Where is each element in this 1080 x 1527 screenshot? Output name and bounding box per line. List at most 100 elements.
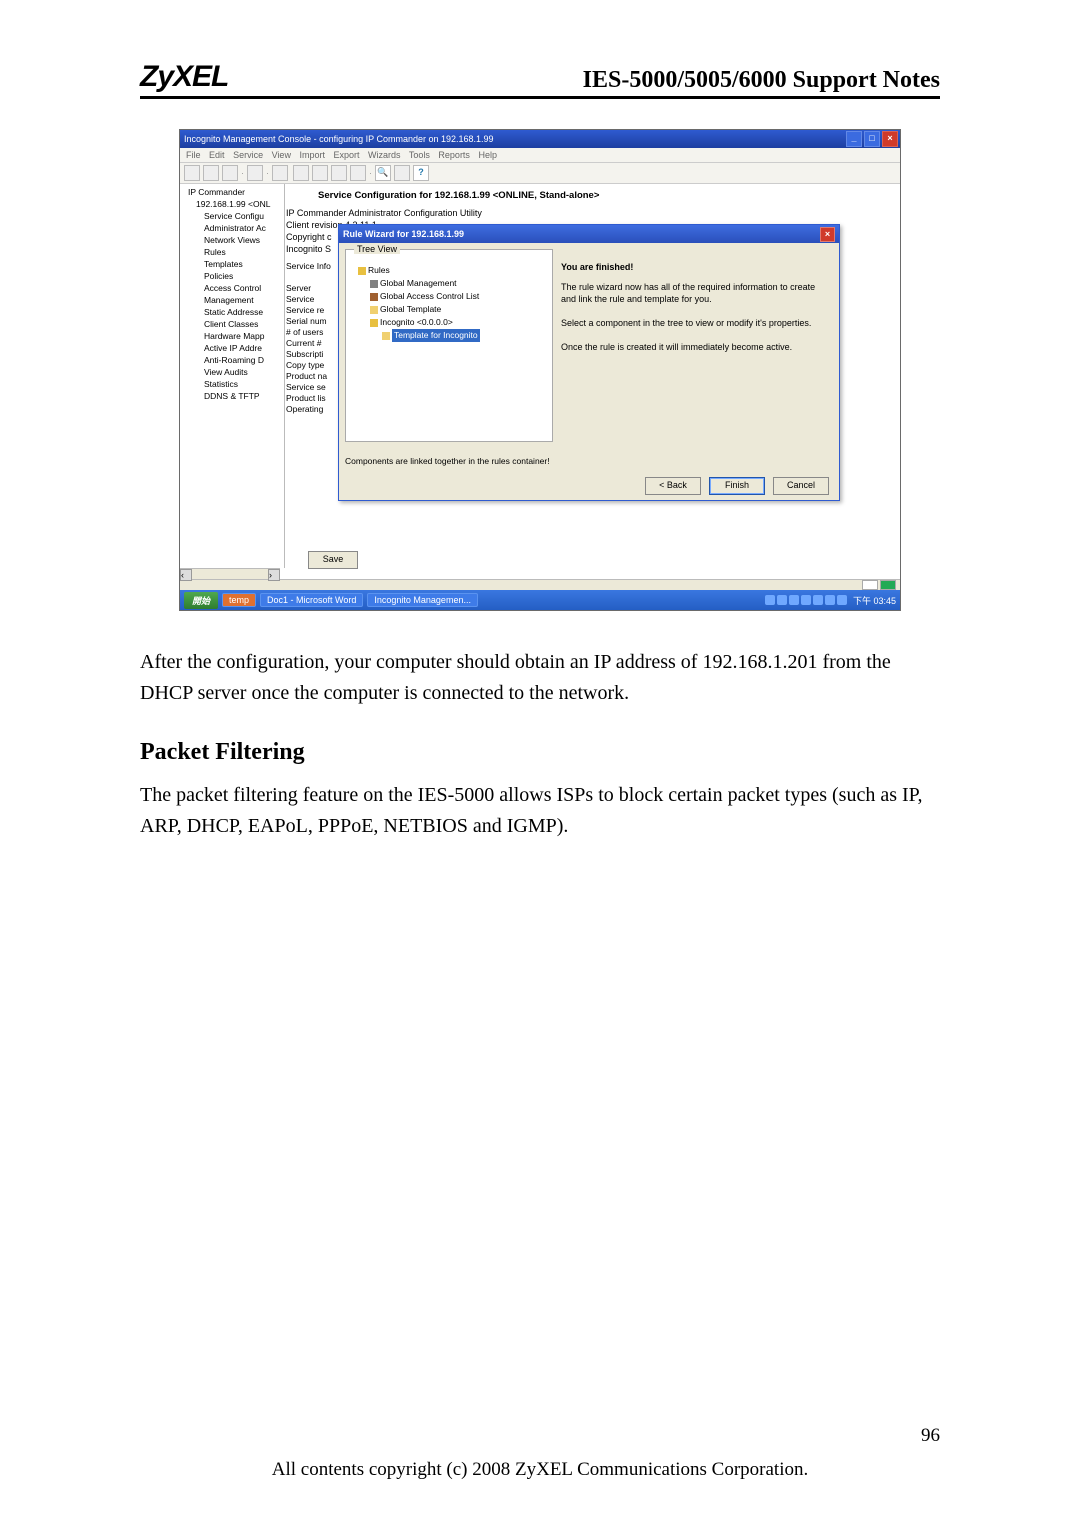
tray-icon[interactable] <box>825 595 835 605</box>
tree-item[interactable]: Rules <box>182 246 282 258</box>
tree-item[interactable]: Management <box>182 294 282 306</box>
wizard-title-text: Rule Wizard for 192.168.1.99 <box>343 229 464 239</box>
window-minimize-button[interactable]: _ <box>846 131 862 147</box>
window-titlebar: Incognito Management Console - configuri… <box>180 130 900 148</box>
tree-item[interactable]: View Audits <box>182 366 282 378</box>
toolbar-refresh-icon[interactable] <box>394 165 410 181</box>
window-close-button[interactable]: × <box>882 131 898 147</box>
menu-import[interactable]: Import <box>299 150 325 160</box>
save-button[interactable]: Save <box>308 551 358 569</box>
wizard-close-button[interactable]: × <box>820 227 835 242</box>
zyxel-logo: ZyXEL <box>140 60 228 94</box>
menu-service[interactable]: Service <box>233 150 263 160</box>
toolbar-button-4[interactable] <box>247 165 263 181</box>
menu-edit[interactable]: Edit <box>209 150 225 160</box>
tree-root[interactable]: IP Commander <box>182 186 282 198</box>
tree-item[interactable]: Active IP Addre <box>182 342 282 354</box>
toolbar-button-6[interactable] <box>312 165 328 181</box>
app-body: IP Commander 192.168.1.99 <ONL Service C… <box>180 184 900 579</box>
toolbar-edit-icon[interactable] <box>272 165 288 181</box>
tree-item[interactable]: 192.168.1.99 <ONL <box>182 198 282 210</box>
wizard-finish-button[interactable]: Finish <box>709 477 765 495</box>
toolbar-zoom-in-icon[interactable]: 🔍 <box>375 165 391 181</box>
system-tray[interactable]: 下午 03:45 <box>765 594 896 607</box>
menu-wizards[interactable]: Wizards <box>368 150 401 160</box>
wizard-back-button[interactable]: < Back <box>645 477 701 495</box>
tree-item[interactable]: Access Control <box>182 282 282 294</box>
tree-item[interactable]: Static Addresse <box>182 306 282 318</box>
tree-view-fieldset: Tree View Rules Global Management Global… <box>345 249 553 442</box>
tray-icon[interactable] <box>837 595 847 605</box>
toolbar-button-7[interactable] <box>331 165 347 181</box>
windows-taskbar: 開始 temp Doc1 - Microsoft Word Incognito … <box>180 590 900 610</box>
wizard-tree-item[interactable]: Global Access Control List <box>350 290 548 303</box>
page-header: ZyXEL IES-5000/5005/6000 Support Notes <box>140 60 940 99</box>
tree-item[interactable]: Service Configu <box>182 210 282 222</box>
wizard-text: Once the rule is created it will immedia… <box>561 341 831 353</box>
tree-item[interactable]: Anti-Roaming D <box>182 354 282 366</box>
fieldset-legend: Tree View <box>354 244 400 254</box>
toolbar-button-8[interactable] <box>350 165 366 181</box>
wizard-tree-item[interactable]: Global Template <box>350 303 548 316</box>
status-indicator <box>862 580 878 590</box>
copyright-label: Copyright c <box>286 231 332 243</box>
toolbar-button-5[interactable] <box>293 165 309 181</box>
left-tree-pane[interactable]: IP Commander 192.168.1.99 <ONL Service C… <box>180 184 285 568</box>
toolbar: · · · 🔍 ? <box>180 163 900 184</box>
menu-bar[interactable]: File Edit Service View Import Export Wiz… <box>180 148 900 163</box>
window-maximize-button[interactable]: □ <box>864 131 880 147</box>
template-icon <box>370 306 378 314</box>
tree-item[interactable]: Policies <box>182 270 282 282</box>
toolbar-help-icon[interactable]: ? <box>413 165 429 181</box>
tray-icon[interactable] <box>789 595 799 605</box>
tree-item[interactable]: Network Views <box>182 234 282 246</box>
quicklaunch-item[interactable]: temp <box>222 593 256 607</box>
wizard-text: Select a component in the tree to view o… <box>561 317 831 329</box>
tray-icon[interactable] <box>801 595 811 605</box>
rule-wizard-dialog: Rule Wizard for 192.168.1.99 × Tree View… <box>338 224 840 501</box>
content-pane: Service Configuration for 192.168.1.99 <… <box>280 184 900 579</box>
menu-help[interactable]: Help <box>478 150 497 160</box>
taskbar-task[interactable]: Doc1 - Microsoft Word <box>260 593 363 607</box>
wizard-tree-selected[interactable]: Template for Incognito <box>350 329 548 342</box>
scroll-left-button[interactable]: ‹ <box>180 569 192 581</box>
menu-export[interactable]: Export <box>334 150 360 160</box>
start-button[interactable]: 開始 <box>184 592 218 609</box>
tray-icon[interactable] <box>777 595 787 605</box>
tree-item[interactable]: Templates <box>182 258 282 270</box>
wizard-left-hint: Components are linked together in the ru… <box>345 456 553 467</box>
wizard-cancel-button[interactable]: Cancel <box>773 477 829 495</box>
menu-file[interactable]: File <box>186 150 201 160</box>
menu-reports[interactable]: Reports <box>438 150 470 160</box>
wizard-tree-root[interactable]: Rules <box>350 264 548 277</box>
wizard-tree-item[interactable]: Incognito <0.0.0.0> <box>350 316 548 329</box>
tray-clock: 下午 03:45 <box>853 594 896 607</box>
template-icon <box>382 332 390 340</box>
taskbar-task[interactable]: Incognito Managemen... <box>367 593 478 607</box>
wizard-tree[interactable]: Rules Global Management Global Access Co… <box>350 264 548 342</box>
config-utility-line: IP Commander Administrator Configuration… <box>286 207 894 219</box>
horizontal-scrollbar[interactable]: ‹ › <box>180 568 280 579</box>
service-config-heading: Service Configuration for 192.168.1.99 <… <box>318 190 894 201</box>
page-number: 96 <box>921 1425 940 1447</box>
menu-view[interactable]: View <box>272 150 291 160</box>
tree-item[interactable]: Statistics <box>182 378 282 390</box>
toolbar-button-1[interactable] <box>184 165 200 181</box>
tree-item[interactable]: Hardware Mapp <box>182 330 282 342</box>
acl-icon <box>370 293 378 301</box>
tree-item[interactable]: Administrator Ac <box>182 222 282 234</box>
menu-tools[interactable]: Tools <box>409 150 430 160</box>
tree-item[interactable]: DDNS & TFTP <box>182 390 282 402</box>
rules-icon <box>358 267 366 275</box>
body-paragraph-1: After the configuration, your computer s… <box>140 647 940 709</box>
scroll-right-button[interactable]: › <box>268 569 280 581</box>
tray-icon[interactable] <box>813 595 823 605</box>
incognito-icon <box>370 319 378 327</box>
toolbar-button-2[interactable] <box>203 165 219 181</box>
document-title: IES-5000/5005/6000 Support Notes <box>583 67 940 94</box>
wizard-tree-item[interactable]: Global Management <box>350 277 548 290</box>
management-icon <box>370 280 378 288</box>
tray-icon[interactable] <box>765 595 775 605</box>
tree-item[interactable]: Client Classes <box>182 318 282 330</box>
toolbar-button-3[interactable] <box>222 165 238 181</box>
